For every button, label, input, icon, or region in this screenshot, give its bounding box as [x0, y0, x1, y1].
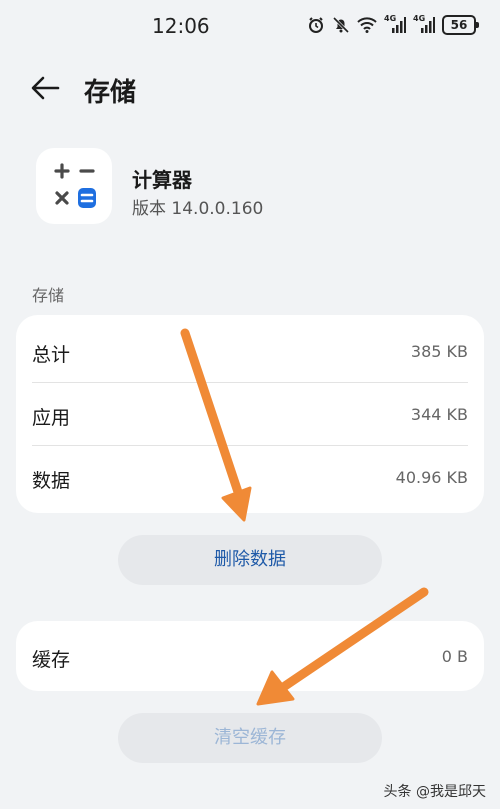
row-value: 0 B	[441, 647, 468, 666]
row-value: 40.96 KB	[395, 468, 468, 487]
row-label: 缓存	[32, 649, 71, 671]
row-total: 总计 385 KB	[16, 319, 484, 383]
status-time: 12:06	[152, 14, 210, 38]
back-arrow-icon[interactable]	[28, 72, 64, 104]
row-label: 总计	[32, 344, 71, 366]
app-version: 版本 14.0.0.160	[132, 199, 264, 219]
row-value: 344 KB	[410, 405, 468, 424]
row-cache: 缓存 0 B	[16, 624, 484, 688]
row-label: 应用	[32, 407, 71, 429]
cache-card: 缓存 0 B	[16, 621, 484, 691]
row-app: 应用 344 KB	[16, 382, 484, 446]
row-label: 数据	[32, 470, 71, 492]
mute-icon	[332, 16, 350, 34]
row-value: 385 KB	[410, 342, 468, 361]
signal-icon: 4G	[384, 14, 406, 34]
alarm-icon	[307, 16, 325, 34]
status-icons: 4G 4G 56	[307, 14, 479, 35]
calculator-icon	[36, 148, 112, 224]
signal-icon: 4G	[413, 14, 435, 34]
wifi-icon	[357, 17, 377, 33]
header: 存储	[0, 60, 500, 116]
network-type: 4G	[413, 14, 426, 23]
watermark: 头条 @我是邱天	[383, 784, 486, 800]
app-info: 计算器 版本 14.0.0.160	[36, 148, 476, 228]
clear-cache-button[interactable]: 清空缓存	[118, 713, 382, 763]
storage-card: 总计 385 KB 应用 344 KB 数据 40.96 KB	[16, 315, 484, 513]
status-bar: 12:06 4G 4G 56	[0, 0, 500, 52]
app-name: 计算器	[132, 168, 192, 192]
section-label-storage: 存储	[32, 286, 65, 305]
network-type: 4G	[384, 14, 397, 23]
battery-icon: 56	[442, 15, 479, 35]
page-title: 存储	[84, 78, 137, 108]
row-data: 数据 40.96 KB	[16, 445, 484, 509]
delete-data-button[interactable]: 删除数据	[118, 535, 382, 585]
